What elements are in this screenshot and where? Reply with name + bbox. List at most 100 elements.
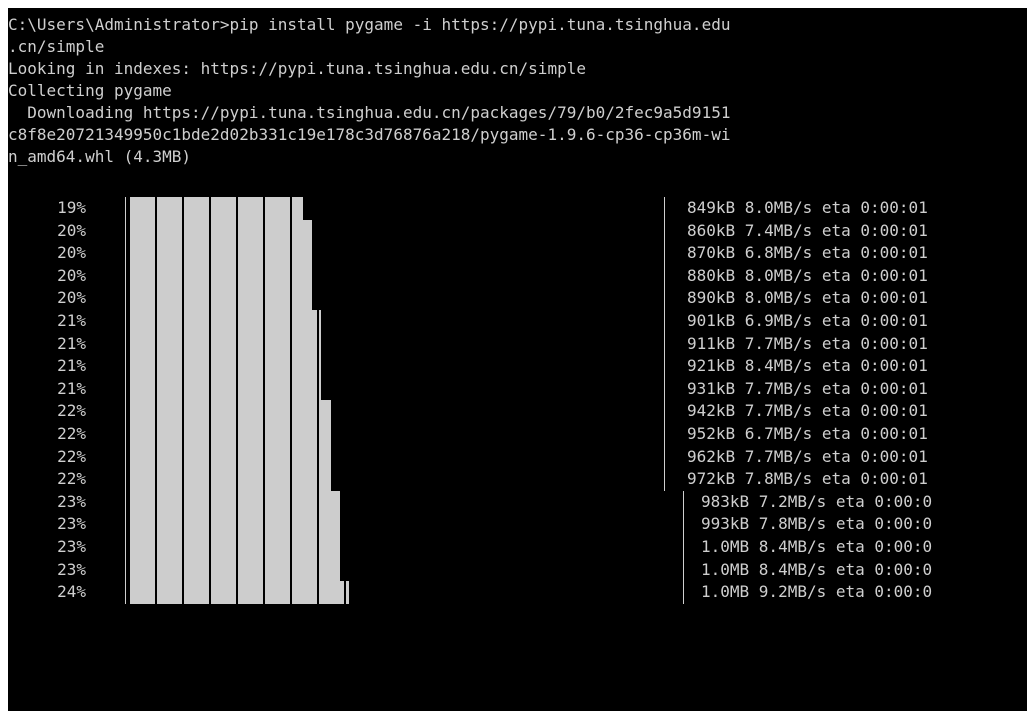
progress-bar-fill — [130, 445, 331, 469]
progress-percent: 21% — [57, 356, 86, 376]
progress-stats: 983kB 7.2MB/s eta 0:00:0 — [701, 491, 933, 511]
progress-right-border — [664, 310, 665, 333]
progress-percent: 20% — [57, 288, 86, 308]
progress-right-border — [664, 264, 665, 288]
progress-percent: 20% — [57, 265, 86, 285]
progress-left-border — [125, 377, 126, 401]
progress-stats: 901kB 6.9MB/s eta 0:00:01 — [687, 311, 928, 330]
progress-bar-fill — [130, 219, 312, 243]
progress-row: 21% 931kB 7.7MB/s eta 0:00:01 — [8, 377, 1027, 401]
progress-bar-fill — [130, 490, 340, 514]
progress-right-border — [664, 423, 665, 446]
progress-row: 20% 860kB 7.4MB/s eta 0:00:01 — [8, 219, 1027, 243]
progress-stats: 931kB 7.7MB/s eta 0:00:01 — [687, 378, 928, 398]
progress-bar-fill — [130, 242, 312, 265]
progress-right-border — [664, 445, 665, 469]
progress-left-border — [125, 468, 126, 491]
progress-row: 20% 890kB 8.0MB/s eta 0:00:01 — [8, 287, 1027, 310]
progress-bar-fill — [130, 558, 340, 582]
progress-right-border — [664, 355, 665, 378]
console-line: Downloading https://pypi.tuna.tsinghua.e… — [8, 103, 731, 122]
progress-row: 22% 952kB 6.7MB/s eta 0:00:01 — [8, 423, 1027, 446]
progress-stats: 880kB 8.0MB/s eta 0:00:01 — [687, 265, 928, 285]
progress-stats: 952kB 6.7MB/s eta 0:00:01 — [687, 424, 928, 443]
progress-left-border — [125, 558, 126, 582]
console-line: .cn/simple — [8, 37, 105, 56]
progress-left-border — [125, 310, 126, 333]
console-line: n_amd64.whl (4.3MB) — [8, 147, 192, 166]
progress-bar-fill — [130, 468, 331, 491]
progress-left-border — [125, 219, 126, 243]
progress-percent: 21% — [57, 311, 86, 330]
console-line: C:\Users\Administrator>pip install pygam… — [8, 15, 731, 34]
progress-bar-fill — [130, 581, 349, 604]
progress-left-border — [125, 242, 126, 265]
progress-stats: 870kB 6.8MB/s eta 0:00:01 — [687, 243, 928, 263]
progress-percent: 21% — [57, 333, 86, 353]
progress-percent: 22% — [57, 401, 86, 421]
progress-stats: 962kB 7.7MB/s eta 0:00:01 — [687, 446, 928, 466]
progress-left-border — [125, 400, 126, 423]
progress-stats: 911kB 7.7MB/s eta 0:00:01 — [687, 333, 928, 353]
progress-left-border — [125, 355, 126, 378]
progress-stats: 993kB 7.8MB/s eta 0:00:0 — [701, 514, 933, 534]
progress-bar-fill — [130, 264, 312, 288]
console-line: Collecting pygame — [8, 81, 172, 100]
progress-row: 19% 849kB 8.0MB/s eta 0:00:01 — [8, 197, 1027, 220]
progress-stats: 1.0MB 8.4MB/s eta 0:00:0 — [701, 537, 933, 556]
progress-stats: 860kB 7.4MB/s eta 0:00:01 — [687, 220, 928, 240]
progress-right-border — [664, 242, 665, 265]
progress-row: 23% 1.0MB 8.4MB/s eta 0:00:0 — [8, 536, 1027, 559]
progress-stats: 1.0MB 8.4MB/s eta 0:00:0 — [701, 559, 933, 579]
progress-stats: 1.0MB 9.2MB/s eta 0:00:0 — [701, 582, 933, 602]
progress-left-border — [125, 197, 126, 220]
progress-percent: 19% — [57, 198, 86, 217]
progress-row: 20% 870kB 6.8MB/s eta 0:00:01 — [8, 242, 1027, 265]
progress-stats: 972kB 7.8MB/s eta 0:00:01 — [687, 469, 928, 489]
progress-bar-fill — [130, 197, 303, 220]
progress-left-border — [125, 287, 126, 310]
progress-bar-fill — [130, 332, 321, 356]
progress-left-border — [125, 264, 126, 288]
progress-right-border — [664, 377, 665, 401]
progress-right-border — [664, 400, 665, 423]
progress-right-border — [664, 219, 665, 243]
progress-bar-fill — [130, 310, 321, 333]
progress-bar-fill — [130, 400, 331, 423]
progress-right-border — [683, 490, 684, 514]
progress-right-border — [683, 581, 684, 604]
progress-percent: 23% — [57, 514, 86, 534]
progress-right-border — [664, 197, 665, 220]
progress-bar-fill — [130, 513, 340, 536]
progress-bar-fill — [130, 377, 321, 401]
progress-row: 23% 1.0MB 8.4MB/s eta 0:00:0 — [8, 558, 1027, 582]
progress-percent: 20% — [57, 220, 86, 240]
progress-row: 21% 921kB 8.4MB/s eta 0:00:01 — [8, 355, 1027, 378]
progress-percent: 23% — [57, 559, 86, 579]
progress-stats: 890kB 8.0MB/s eta 0:00:01 — [687, 288, 928, 308]
console-window[interactable]: C:\Users\Administrator>pip install pygam… — [8, 8, 1027, 711]
progress-stats: 849kB 8.0MB/s eta 0:00:01 — [687, 198, 928, 217]
progress-percent: 23% — [57, 491, 86, 511]
progress-row: 23% 983kB 7.2MB/s eta 0:00:0 — [8, 490, 1027, 514]
progress-row: 23% 993kB 7.8MB/s eta 0:00:0 — [8, 513, 1027, 536]
progress-row: 22% 972kB 7.8MB/s eta 0:00:01 — [8, 468, 1027, 491]
progress-bar-fill — [130, 536, 340, 559]
console-line: c8f8e20721349950c1bde2d02b331c19e178c3d7… — [8, 125, 731, 144]
progress-percent: 22% — [57, 446, 86, 466]
progress-percent: 23% — [57, 537, 86, 556]
progress-right-border — [664, 468, 665, 491]
progress-left-border — [125, 332, 126, 356]
progress-bar-fill — [130, 287, 312, 310]
progress-right-border — [664, 332, 665, 356]
progress-right-border — [683, 536, 684, 559]
progress-percent: 20% — [57, 243, 86, 263]
progress-percent: 22% — [57, 424, 86, 443]
progress-left-border — [125, 423, 126, 446]
console-line: Looking in indexes: https://pypi.tuna.ts… — [8, 59, 586, 78]
progress-right-border — [683, 513, 684, 536]
progress-row: 21% 901kB 6.9MB/s eta 0:00:01 — [8, 310, 1027, 333]
progress-percent: 22% — [57, 469, 86, 489]
progress-left-border — [125, 581, 126, 604]
progress-percent: 24% — [57, 582, 86, 602]
